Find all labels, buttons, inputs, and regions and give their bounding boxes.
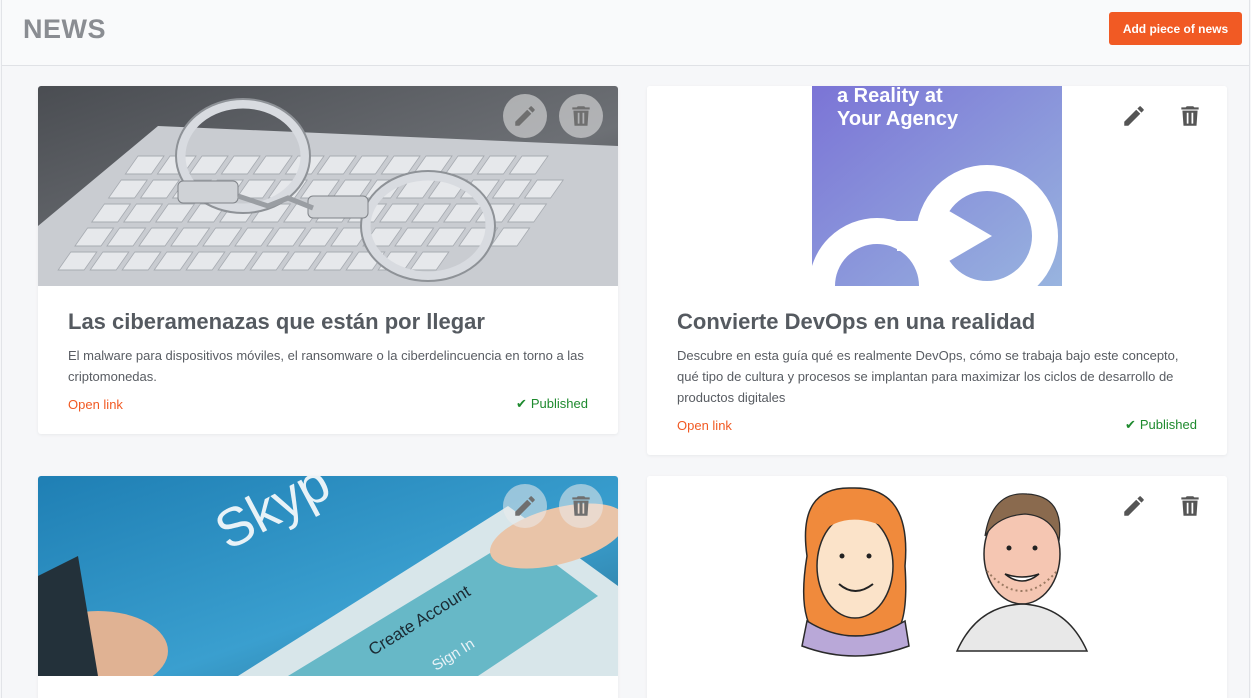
cover-text-line1: a Reality at — [837, 86, 943, 107]
trash-icon — [1181, 496, 1199, 516]
open-link[interactable]: Open link — [677, 418, 732, 433]
status-label: Published — [530, 396, 588, 411]
news-card: Skyp Create Account Sign In — [38, 476, 618, 698]
delete-button[interactable] — [1168, 484, 1212, 528]
delete-button[interactable] — [1168, 94, 1212, 138]
news-card — [647, 476, 1227, 698]
delete-button[interactable] — [559, 94, 603, 138]
trash-icon — [1181, 106, 1199, 126]
news-title: Convierte DevOps en una realidad — [677, 309, 1036, 334]
status-badge: ✔ Published — [516, 396, 588, 412]
news-description: El malware para dispositivos móviles, el… — [68, 348, 584, 384]
cover-text-line2: Your Agency — [837, 108, 959, 130]
page-header: NEWS Add piece of news — [2, 0, 1249, 66]
news-title: Las ciberamenazas que están por llegar — [68, 309, 485, 334]
trash-icon — [572, 106, 590, 126]
pencil-icon — [1124, 106, 1144, 126]
news-footer: Open link ✔ Published — [677, 417, 1197, 433]
status-badge: ✔ Published — [1125, 417, 1197, 433]
edit-button[interactable] — [503, 94, 547, 138]
trash-icon — [572, 496, 590, 516]
pencil-icon — [515, 106, 535, 126]
edit-button[interactable] — [503, 484, 547, 528]
news-card: a Reality at Your Agency Convierte DevOp… — [647, 86, 1227, 455]
news-card: Las ciberamenazas que están por llegar E… — [38, 86, 618, 434]
open-link[interactable]: Open link — [68, 397, 123, 412]
status-label: Published — [1139, 417, 1197, 432]
edit-button[interactable] — [1112, 484, 1156, 528]
pencil-icon — [1124, 496, 1144, 516]
news-description: Descubre en esta guía qué es realmente D… — [677, 348, 1179, 405]
add-news-button[interactable]: Add piece of news — [1109, 12, 1242, 45]
check-icon: ✔ — [515, 396, 527, 411]
news-card-body: Convierte DevOps en una realidad Descubr… — [647, 286, 1227, 433]
page-title: NEWS — [23, 14, 106, 44]
news-card-body: Las ciberamenazas que están por llegar E… — [38, 286, 618, 412]
news-app: NEWS Add piece of news Las ciberamenazas… — [1, 0, 1250, 698]
edit-button[interactable] — [1112, 94, 1156, 138]
pencil-icon — [515, 496, 535, 516]
news-footer: Open link ✔ Published — [68, 396, 588, 412]
delete-button[interactable] — [559, 484, 603, 528]
check-icon: ✔ — [1124, 417, 1136, 432]
